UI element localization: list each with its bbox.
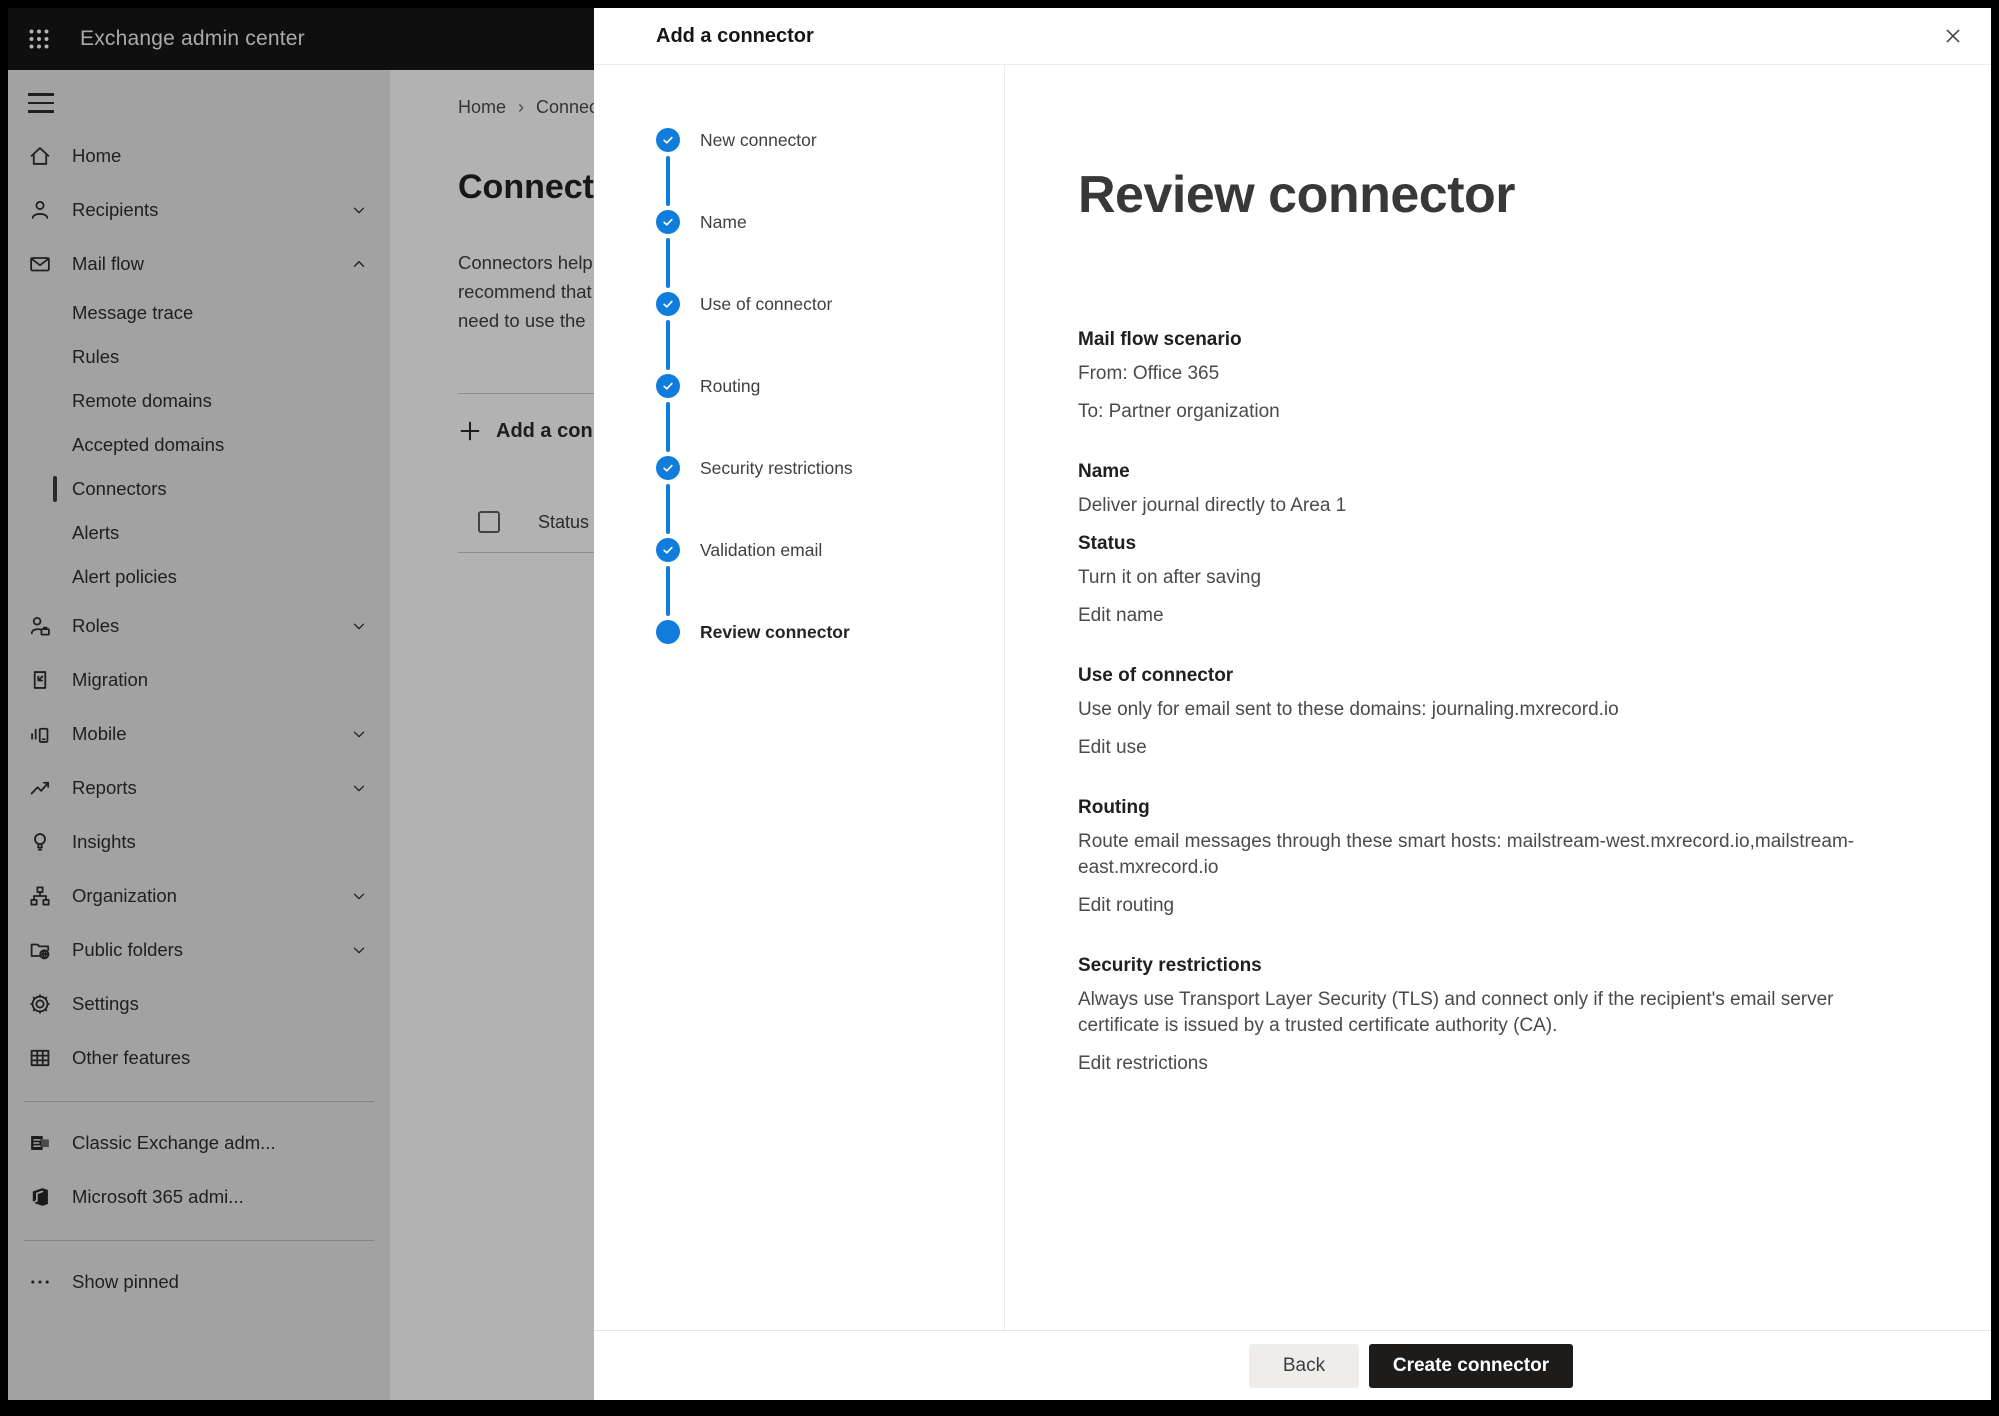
edit-routing-link[interactable]: Edit routing [1078, 893, 1174, 919]
step-label: Security restrictions [700, 458, 853, 479]
section-heading-use-of-connector: Use of connector [1078, 663, 1908, 689]
step-label: Name [700, 212, 747, 233]
step-connector-line [666, 402, 670, 452]
step-validation-email[interactable]: Validation email [656, 538, 1004, 562]
step-completed-icon [656, 210, 680, 234]
section-heading-routing: Routing [1078, 795, 1908, 821]
step-connector-line [666, 320, 670, 370]
mail-flow-from: From: Office 365 [1078, 361, 1908, 387]
section-heading-mail-flow-scenario: Mail flow scenario [1078, 327, 1908, 353]
panel-title: Add a connector [656, 25, 814, 48]
review-content: Review connector Mail flow scenario From… [1005, 65, 1991, 1330]
screenshot-frame: Exchange admin center Home Recipients Ma… [0, 0, 1999, 1416]
step-name[interactable]: Name [656, 210, 1004, 234]
footer-buttons: Back Create connector [1249, 1344, 1573, 1388]
step-use-of-connector[interactable]: Use of connector [656, 292, 1004, 316]
status-value: Turn it on after saving [1078, 565, 1908, 591]
wizard-stepper: New connector Name Use [594, 65, 1005, 1330]
step-label: Routing [700, 376, 760, 397]
app-window: Exchange admin center Home Recipients Ma… [8, 8, 1991, 1400]
close-icon [1942, 25, 1964, 47]
routing-value: Route email messages through these smart… [1078, 829, 1908, 881]
step-label: Validation email [700, 540, 822, 561]
section-heading-status: Status [1078, 531, 1908, 557]
step-connector-line [666, 566, 670, 616]
edit-name-link[interactable]: Edit name [1078, 603, 1164, 629]
dim-overlay [8, 8, 594, 1400]
edit-restrictions-link[interactable]: Edit restrictions [1078, 1051, 1208, 1077]
edit-use-link[interactable]: Edit use [1078, 735, 1147, 761]
security-restrictions-value: Always use Transport Layer Security (TLS… [1078, 987, 1908, 1039]
step-label: Use of connector [700, 294, 832, 315]
step-completed-icon [656, 374, 680, 398]
back-button[interactable]: Back [1249, 1344, 1359, 1388]
mail-flow-to: To: Partner organization [1078, 399, 1908, 425]
step-label: Review connector [700, 622, 850, 643]
panel-header: Add a connector [594, 8, 1991, 65]
section-heading-name: Name [1078, 459, 1908, 485]
step-connector-line [666, 484, 670, 534]
section-heading-security-restrictions: Security restrictions [1078, 953, 1908, 979]
step-completed-icon [656, 538, 680, 562]
step-connector-line [666, 156, 670, 206]
step-label: New connector [700, 130, 817, 151]
step-completed-icon [656, 292, 680, 316]
add-connector-panel: Add a connector New connector [594, 8, 1991, 1400]
step-review-connector[interactable]: Review connector [656, 620, 1004, 644]
close-button[interactable] [1935, 18, 1971, 54]
step-connector-line [666, 238, 670, 288]
use-of-connector-value: Use only for email sent to these domains… [1078, 697, 1908, 723]
step-completed-icon [656, 456, 680, 480]
review-title: Review connector [1078, 163, 1931, 227]
panel-footer: Back Create connector [594, 1330, 1991, 1400]
create-connector-button[interactable]: Create connector [1369, 1344, 1573, 1388]
name-value: Deliver journal directly to Area 1 [1078, 493, 1908, 519]
step-security-restrictions[interactable]: Security restrictions [656, 456, 1004, 480]
step-routing[interactable]: Routing [656, 374, 1004, 398]
step-completed-icon [656, 128, 680, 152]
step-current-icon [656, 620, 680, 644]
step-new-connector[interactable]: New connector [656, 128, 1004, 152]
panel-body: New connector Name Use [594, 65, 1991, 1330]
